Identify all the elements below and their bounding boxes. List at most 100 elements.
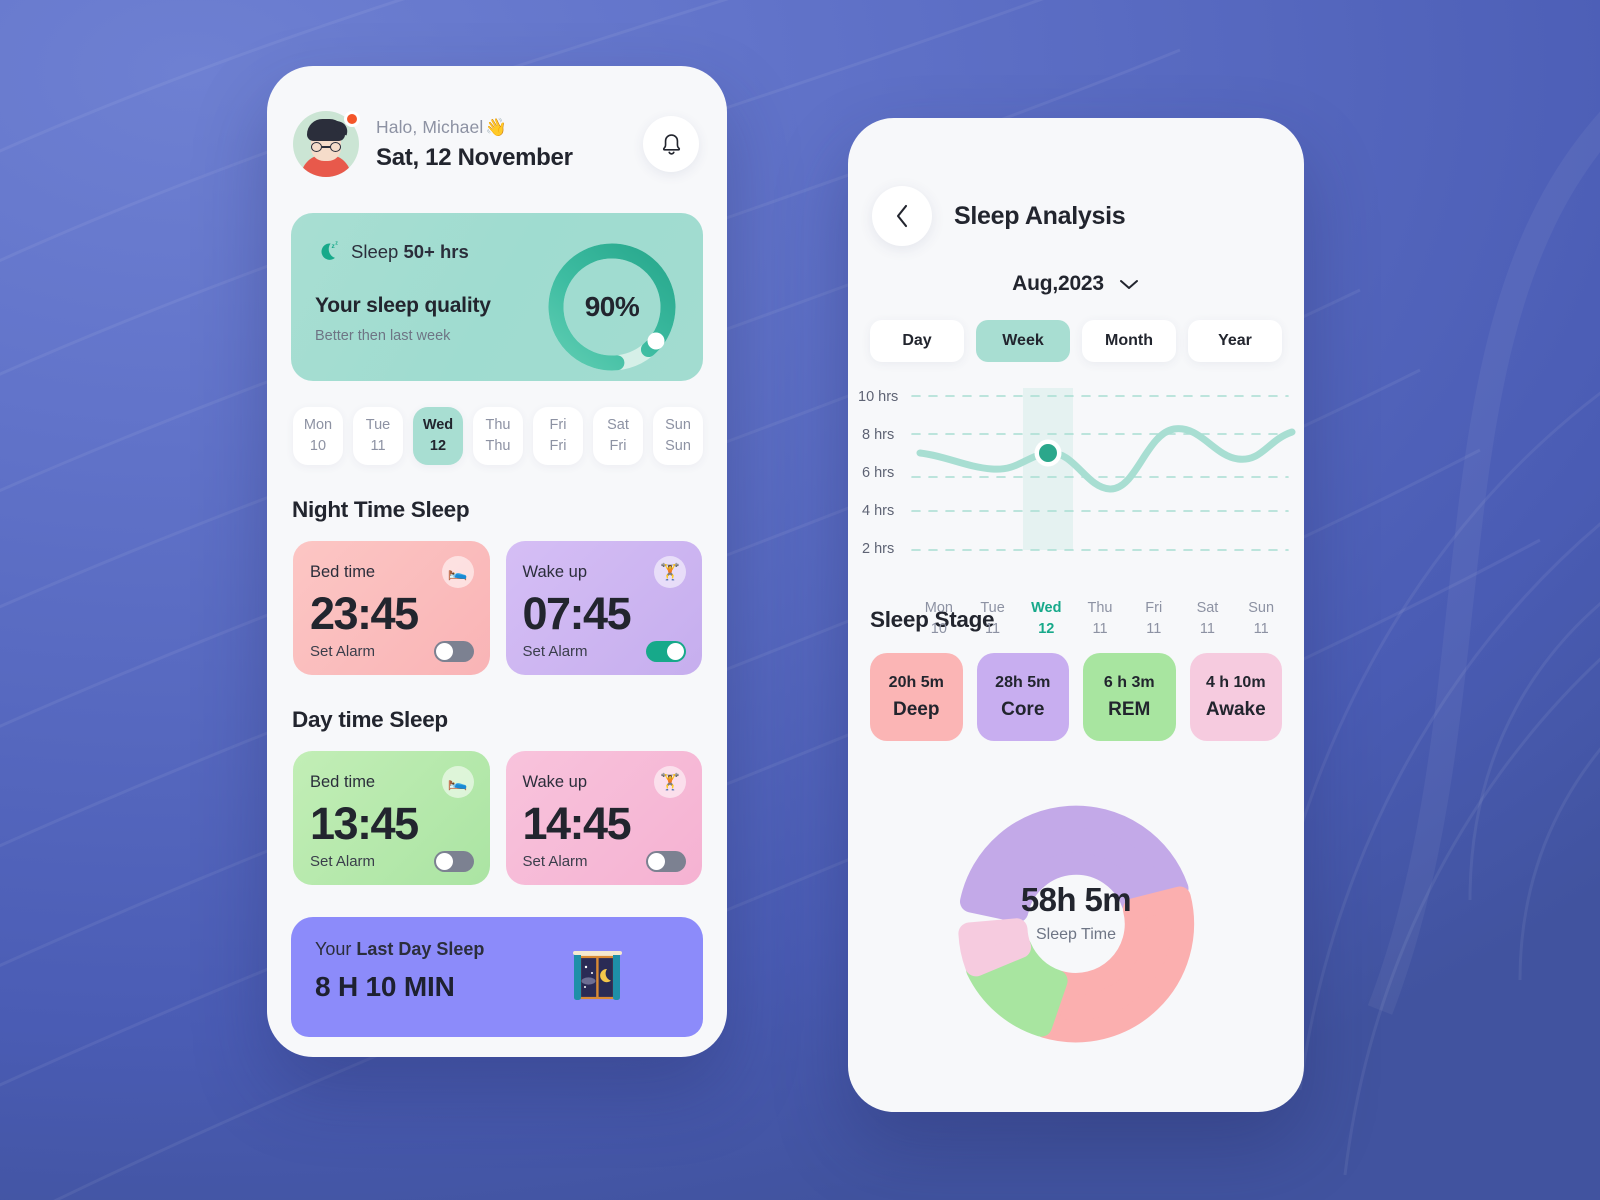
chevron-left-icon (896, 204, 907, 228)
stage-value: 28h 5m (995, 673, 1051, 691)
set-alarm-toggle[interactable] (646, 851, 686, 872)
bed-icon: 🛌 (441, 766, 474, 798)
bed-time-value: 23:45 (310, 587, 419, 639)
month-label: Aug,2023 (1012, 272, 1104, 295)
avatar-status-dot (344, 111, 360, 127)
stage-chip-core[interactable]: 28h 5m Core (976, 653, 1069, 741)
day-number: 11 (370, 438, 386, 454)
night-wake-up-card[interactable]: Wake up 🏋 07:45 Set Alarm (505, 541, 702, 675)
x-tick-thu: Thu 11 (1087, 600, 1113, 638)
sleep-quality-percent: 90% (584, 291, 640, 322)
sleep-duration-line-chart[interactable]: 10 hrs 8 hrs 6 hrs 4 hrs 2 hrs Mon 10 Tue… (848, 384, 1304, 637)
set-alarm-toggle[interactable] (433, 641, 474, 662)
day-bed-time-card[interactable]: Bed time 🛌 13:45 Set Alarm (293, 751, 490, 885)
set-alarm-label: Set Alarm (522, 643, 588, 660)
greeting-text: Halo, Michael (376, 116, 484, 137)
night-window-icon (566, 947, 628, 1010)
month-selector[interactable]: Aug,2023 (848, 272, 1304, 296)
sleep-quality-card[interactable]: z z Sleep 50+ hrs Your sleep quality Bet… (291, 213, 703, 381)
tab-week-selected[interactable]: Week (976, 320, 1070, 362)
day-time-sleep-heading: Day time Sleep (292, 707, 448, 732)
alarm-person-icon: 🏋 (654, 556, 686, 588)
stage-chip-awake[interactable]: 4 h 10m Awake (1189, 653, 1282, 741)
night-bed-time-card[interactable]: Bed time 🛌 23:45 Set Alarm (293, 541, 490, 675)
day-pill-6[interactable]: Sun Sun (653, 407, 703, 465)
x-tick-mon: Mon 10 (924, 600, 953, 638)
back-button[interactable] (872, 186, 932, 246)
avatar[interactable] (293, 111, 360, 177)
chevron-down-icon (1119, 279, 1138, 289)
day-pill-1[interactable]: Tue 11 (353, 407, 403, 465)
range-tabs: Day Week Month Year (848, 296, 1304, 362)
set-alarm-label: Set Alarm (522, 853, 588, 870)
last-day-prefix: Your (315, 939, 357, 959)
svg-text:2 hrs: 2 hrs (862, 541, 894, 557)
night-time-sleep-heading: Night Time Sleep (292, 497, 470, 522)
x-tick-sat: Sat 11 (1196, 600, 1219, 638)
day-name: Thu (485, 417, 511, 434)
day-number: Sun (665, 438, 691, 454)
tab-month[interactable]: Month (1082, 320, 1176, 362)
background (0, 0, 1600, 1200)
card-label: Wake up (522, 562, 588, 581)
analysis-header: Sleep Analysis (848, 118, 1304, 246)
sleep-time-donut-chart[interactable]: 58h 5m Sleep Time (848, 769, 1304, 1079)
total-sleep-time: 58h 5m (1020, 881, 1132, 918)
bell-icon (662, 133, 680, 155)
day-number: Thu (485, 438, 511, 454)
notification-button[interactable] (643, 116, 699, 172)
stage-value: 4 h 10m (1205, 673, 1266, 691)
day-pill-0[interactable]: Mon 10 (293, 407, 343, 465)
day-name: Wed (422, 417, 454, 434)
day-pill-3[interactable]: Thu Thu (473, 407, 523, 465)
page-title: Sleep Analysis (954, 201, 1126, 230)
day-name: Tue (365, 417, 391, 434)
home-header: Halo, Michael 👋 Sat, 12 November (267, 66, 727, 177)
background-line-pattern (0, 0, 1600, 1200)
x-tick-wed-selected: Wed 12 (1031, 600, 1062, 638)
bed-time-value: 13:45 (310, 797, 419, 849)
card-label: Wake up (522, 772, 588, 791)
stage-name: Awake (1205, 698, 1266, 720)
day-time-cards: Bed time 🛌 13:45 Set Alarm Wake up 🏋 14:… (267, 733, 727, 885)
day-number: 10 (309, 438, 327, 454)
stage-chip-rem[interactable]: 6 h 3m REM (1083, 653, 1176, 741)
sleep-quality-ring: 90% (542, 237, 682, 377)
sleep-prefix-label: Sleep (351, 241, 404, 262)
wake-up-time-value: 14:45 (522, 797, 632, 849)
set-alarm-toggle[interactable] (433, 851, 474, 872)
sleep-hours-text: Sleep 50+ hrs (351, 241, 469, 263)
waving-hand-icon: 👋 (485, 116, 508, 137)
tab-year[interactable]: Year (1188, 320, 1282, 362)
day-wake-up-card[interactable]: Wake up 🏋 14:45 Set Alarm (505, 751, 702, 885)
sleep-stage-chips: 20h 5m Deep 28h 5m Core 6 h 3m REM 4 h 1… (848, 633, 1304, 741)
day-number: Fri (549, 438, 567, 454)
day-number: Fri (609, 438, 627, 454)
day-name: Sun (665, 417, 691, 434)
card-label: Bed time (310, 562, 376, 581)
donut-caption: Sleep Time (1035, 926, 1117, 943)
sleep-hours-value: 50+ hrs (403, 241, 469, 262)
day-name: Fri (549, 417, 567, 434)
tab-day[interactable]: Day (870, 320, 964, 362)
stage-name: Deep (893, 698, 940, 720)
sleep-analysis-phone: Sleep Analysis Aug,2023 Day Week Month Y… (848, 118, 1304, 1112)
bed-icon: 🛌 (441, 556, 474, 588)
card-label: Bed time (310, 772, 376, 791)
day-pill-5[interactable]: Sat Fri (593, 407, 643, 465)
x-tick-tue: Tue 11 (980, 600, 1005, 638)
svg-text:6 hrs: 6 hrs (862, 465, 894, 481)
last-day-sleep-card[interactable]: Your Last Day Sleep 8 H 10 MIN (291, 917, 703, 1037)
last-day-highlight: Last Day Sleep (356, 939, 485, 959)
set-alarm-label: Set Alarm (310, 853, 376, 870)
set-alarm-toggle[interactable] (646, 641, 686, 662)
day-pill-2-selected[interactable]: Wed 12 (413, 407, 463, 465)
stage-chip-deep[interactable]: 20h 5m Deep (870, 653, 963, 741)
current-date: Sat, 12 November (376, 143, 573, 171)
svg-text:4 hrs: 4 hrs (862, 503, 894, 519)
home-screen-phone: Halo, Michael 👋 Sat, 12 November z z Sle… (267, 66, 727, 1057)
day-pill-4[interactable]: Fri Fri (533, 407, 583, 465)
svg-text:8 hrs: 8 hrs (862, 427, 894, 443)
wake-up-time-value: 07:45 (522, 587, 632, 639)
x-tick-sun: Sun 11 (1248, 600, 1275, 638)
